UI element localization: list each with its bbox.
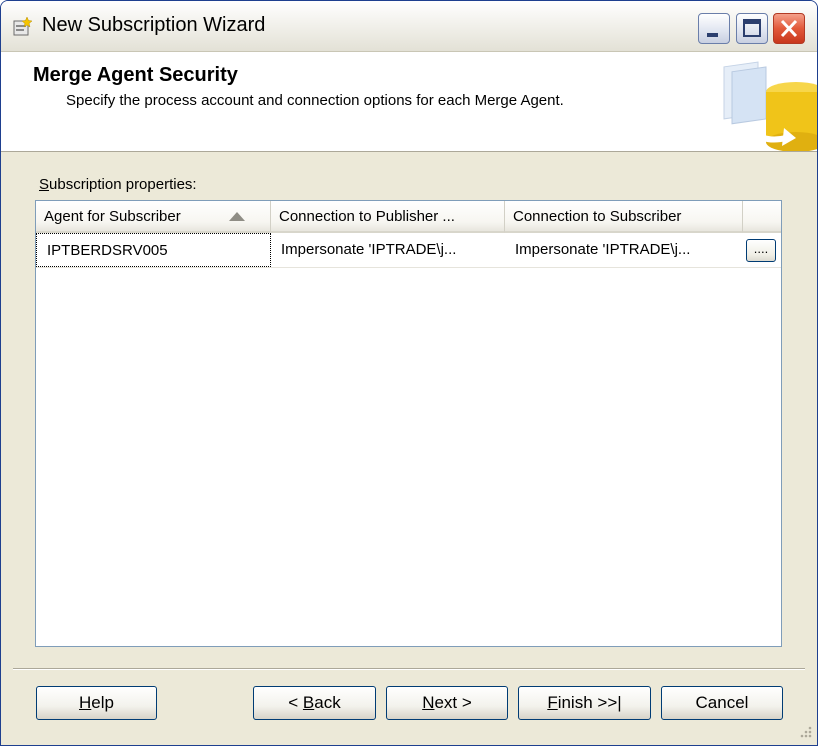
next-button[interactable]: Next > — [386, 686, 508, 720]
help-button[interactable]: Help — [36, 686, 157, 720]
minimize-icon — [707, 33, 718, 37]
subscription-properties-grid[interactable]: Agent for Subscriber Connection to Publi… — [35, 200, 782, 647]
cancel-button[interactable]: Cancel — [661, 686, 783, 720]
window-title: New Subscription Wizard — [42, 14, 266, 36]
cell-agent[interactable]: IPTBERDSRV005 — [36, 233, 271, 267]
button-divider — [13, 668, 805, 670]
sort-ascending-icon — [229, 212, 245, 221]
maximize-button[interactable] — [736, 13, 768, 44]
cell-publisher-connection[interactable]: Impersonate 'IPTRADE\j... — [271, 233, 505, 267]
column-header-agent[interactable]: Agent for Subscriber — [36, 201, 271, 233]
minimize-button[interactable] — [698, 13, 730, 44]
wizard-window: New Subscription Wizard Merge Agent Secu… — [0, 0, 818, 746]
database-sync-icon — [723, 61, 817, 151]
wizard-app-icon — [13, 17, 32, 36]
finish-button[interactable]: Finish >>| — [518, 686, 651, 720]
maximize-icon — [743, 19, 761, 37]
subscription-properties-label: Subscription properties: — [39, 176, 197, 193]
back-button[interactable]: < Back — [253, 686, 376, 720]
column-header-action — [743, 201, 781, 233]
table-row[interactable]: IPTBERDSRV005 Impersonate 'IPTRADE\j... … — [36, 233, 781, 268]
page-subtitle: Specify the process account and connecti… — [66, 92, 564, 109]
close-button[interactable] — [773, 13, 805, 44]
resize-grip-icon[interactable] — [795, 723, 813, 741]
wizard-header: Merge Agent Security Specify the process… — [1, 52, 817, 152]
title-bar[interactable]: New Subscription Wizard — [1, 1, 817, 52]
edit-agent-security-button[interactable]: .... — [746, 239, 776, 262]
close-icon — [780, 19, 798, 38]
page-title: Merge Agent Security — [33, 64, 238, 86]
column-header-publisher-connection[interactable]: Connection to Publisher ... — [271, 201, 505, 233]
column-header-subscriber-connection[interactable]: Connection to Subscriber — [505, 201, 743, 233]
cell-subscriber-connection[interactable]: Impersonate 'IPTRADE\j... — [505, 233, 743, 267]
